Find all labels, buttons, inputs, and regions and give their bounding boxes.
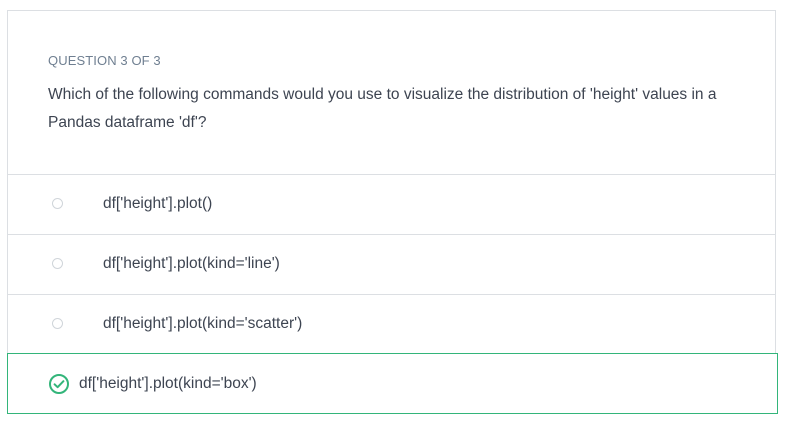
quiz-card: QUESTION 3 OF 3 Which of the following c…	[7, 10, 778, 414]
radio-icon[interactable]	[52, 198, 63, 209]
radio-icon[interactable]	[52, 258, 63, 269]
answer-option-label: df['height'].plot(kind='line')	[103, 255, 280, 272]
answer-option[interactable]: df['height'].plot(kind='line')	[8, 234, 775, 294]
radio-icon[interactable]	[52, 318, 63, 329]
answer-option-label: df['height'].plot()	[103, 195, 213, 212]
question-section: QUESTION 3 OF 3 Which of the following c…	[8, 11, 775, 174]
answer-option-label: df['height'].plot(kind='scatter')	[103, 315, 303, 332]
answer-option[interactable]: df['height'].plot()	[8, 174, 775, 234]
answer-option-correct[interactable]: df['height'].plot(kind='box')	[7, 353, 778, 414]
answer-option[interactable]: df['height'].plot(kind='scatter')	[8, 294, 775, 354]
check-circle-icon	[48, 373, 70, 395]
answer-option-label: df['height'].plot(kind='box')	[79, 375, 257, 392]
question-counter: QUESTION 3 OF 3	[48, 53, 161, 68]
question-prompt: Which of the following commands would yo…	[48, 86, 717, 131]
